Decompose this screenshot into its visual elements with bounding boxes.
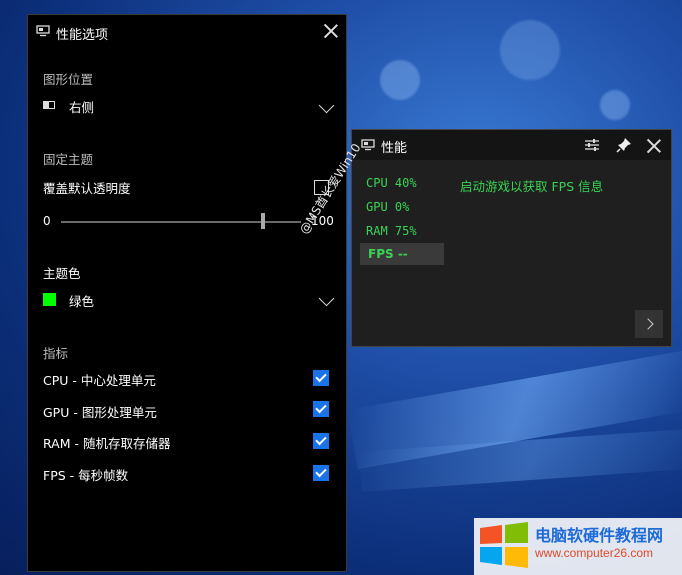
panel-header: 性能选项 [36, 23, 108, 43]
windows-logo-icon [478, 522, 530, 568]
theme-color-dropdown[interactable]: 绿色 [43, 291, 333, 311]
color-swatch [43, 293, 56, 306]
panel-title: 性能选项 [56, 27, 109, 43]
metric-cpu-label: CPU - 中心处理单元 [43, 373, 156, 388]
monitor-icon [36, 25, 50, 41]
graph-position-label: 图形位置 [43, 72, 94, 87]
opacity-slider-track[interactable] [61, 221, 301, 223]
theme-color-label: 主题色 [43, 266, 81, 281]
opacity-slider-thumb[interactable] [261, 213, 265, 229]
chevron-right-icon[interactable] [635, 310, 663, 338]
metric-gpu-checkbox[interactable] [313, 401, 329, 417]
override-opacity-label: 覆盖默认透明度 [43, 181, 131, 196]
brand-url: www.computer26.com [535, 546, 654, 560]
metric-gpu-label: GPU - 图形处理单元 [43, 405, 157, 420]
fps-info-message: 启动游戏以获取 FPS 信息 [460, 179, 604, 194]
overlay-header: 性能 [352, 130, 671, 160]
pin-icon[interactable] [615, 136, 633, 154]
performance-overlay: 性能 CPU 40% GPU 0% RAM 75% FPS -- 启动游戏以获取… [351, 129, 672, 347]
close-icon[interactable] [322, 22, 340, 40]
performance-options-panel: 性能选项 图形位置 右侧 固定主题 覆盖默认透明度 0 100 主题色 绿色 指… [27, 14, 347, 572]
slider-min-label: 0 [43, 214, 51, 228]
metric-fps-checkbox[interactable] [313, 465, 329, 481]
ram-readout[interactable]: RAM 75% [366, 224, 417, 238]
brand-name: 电脑软硬件教程网 [535, 526, 664, 545]
metric-fps-label: FPS - 每秒帧数 [43, 468, 129, 483]
theme-color-value: 绿色 [69, 294, 95, 309]
overlay-title: 性能 [381, 141, 408, 156]
fps-readout: FPS -- [368, 247, 408, 261]
settings-sliders-icon[interactable] [583, 136, 601, 154]
cpu-readout[interactable]: CPU 40% [366, 176, 417, 190]
position-right-icon [43, 101, 55, 109]
metric-ram-label: RAM - 随机存取存储器 [43, 436, 171, 451]
metric-ram-checkbox[interactable] [313, 433, 329, 449]
graph-position-value: 右侧 [69, 100, 95, 115]
close-icon[interactable] [645, 137, 663, 155]
metric-cpu-checkbox[interactable] [313, 370, 329, 386]
lock-theme-label: 固定主题 [43, 152, 94, 167]
metrics-label: 指标 [43, 346, 69, 361]
gpu-readout[interactable]: GPU 0% [366, 200, 409, 214]
graph-position-dropdown[interactable]: 右侧 [43, 97, 333, 117]
monitor-icon [361, 138, 375, 155]
